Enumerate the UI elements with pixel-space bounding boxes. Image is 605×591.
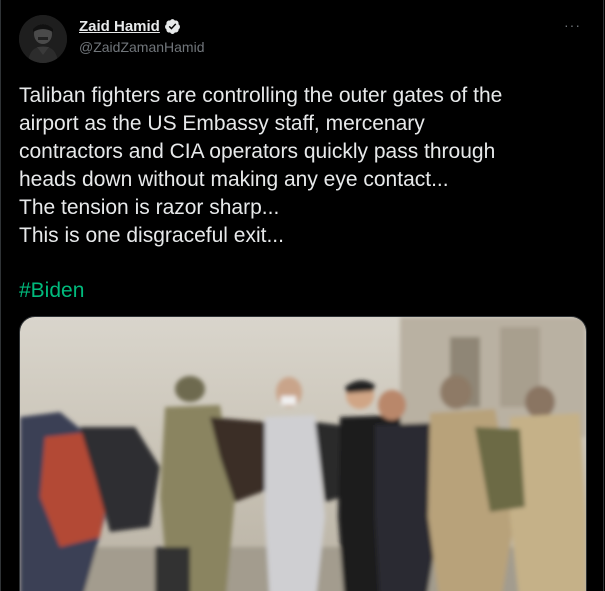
author-avatar[interactable] (19, 15, 67, 63)
verified-badge-icon (164, 18, 181, 35)
tweet-card[interactable]: Zaid Hamid @ZaidZamanHamid ··· Taliban f… (0, 0, 605, 591)
author-handle[interactable]: @ZaidZamanHamid (79, 38, 204, 56)
left-border (0, 0, 1, 591)
tweet-text-line: Taliban fighters are controlling the out… (19, 84, 503, 107)
tweet-text-line: This is one disgraceful exit... (19, 224, 284, 247)
tweet-text-line: contractors and CIA operators quickly pa… (19, 140, 496, 163)
right-border (603, 0, 604, 591)
tweet-text: Taliban fighters are controlling the out… (19, 82, 589, 250)
more-options-icon[interactable]: ··· (564, 17, 581, 33)
author-display-name[interactable]: Zaid Hamid (79, 17, 160, 36)
tweet-text-line: The tension is razor sharp... (19, 196, 280, 219)
video-media[interactable] (19, 316, 587, 591)
tweet-text-line: heads down without making any eye contac… (19, 168, 449, 191)
hashtag-link[interactable]: #Biden (19, 279, 84, 302)
video-frame-image (20, 317, 586, 591)
hashtag-container: #Biden (19, 277, 84, 305)
name-row: Zaid Hamid (79, 17, 204, 36)
tweet-text-line: airport as the US Embassy staff, mercena… (19, 112, 425, 135)
avatar-image (19, 15, 67, 63)
author-info: Zaid Hamid @ZaidZamanHamid (79, 17, 204, 56)
